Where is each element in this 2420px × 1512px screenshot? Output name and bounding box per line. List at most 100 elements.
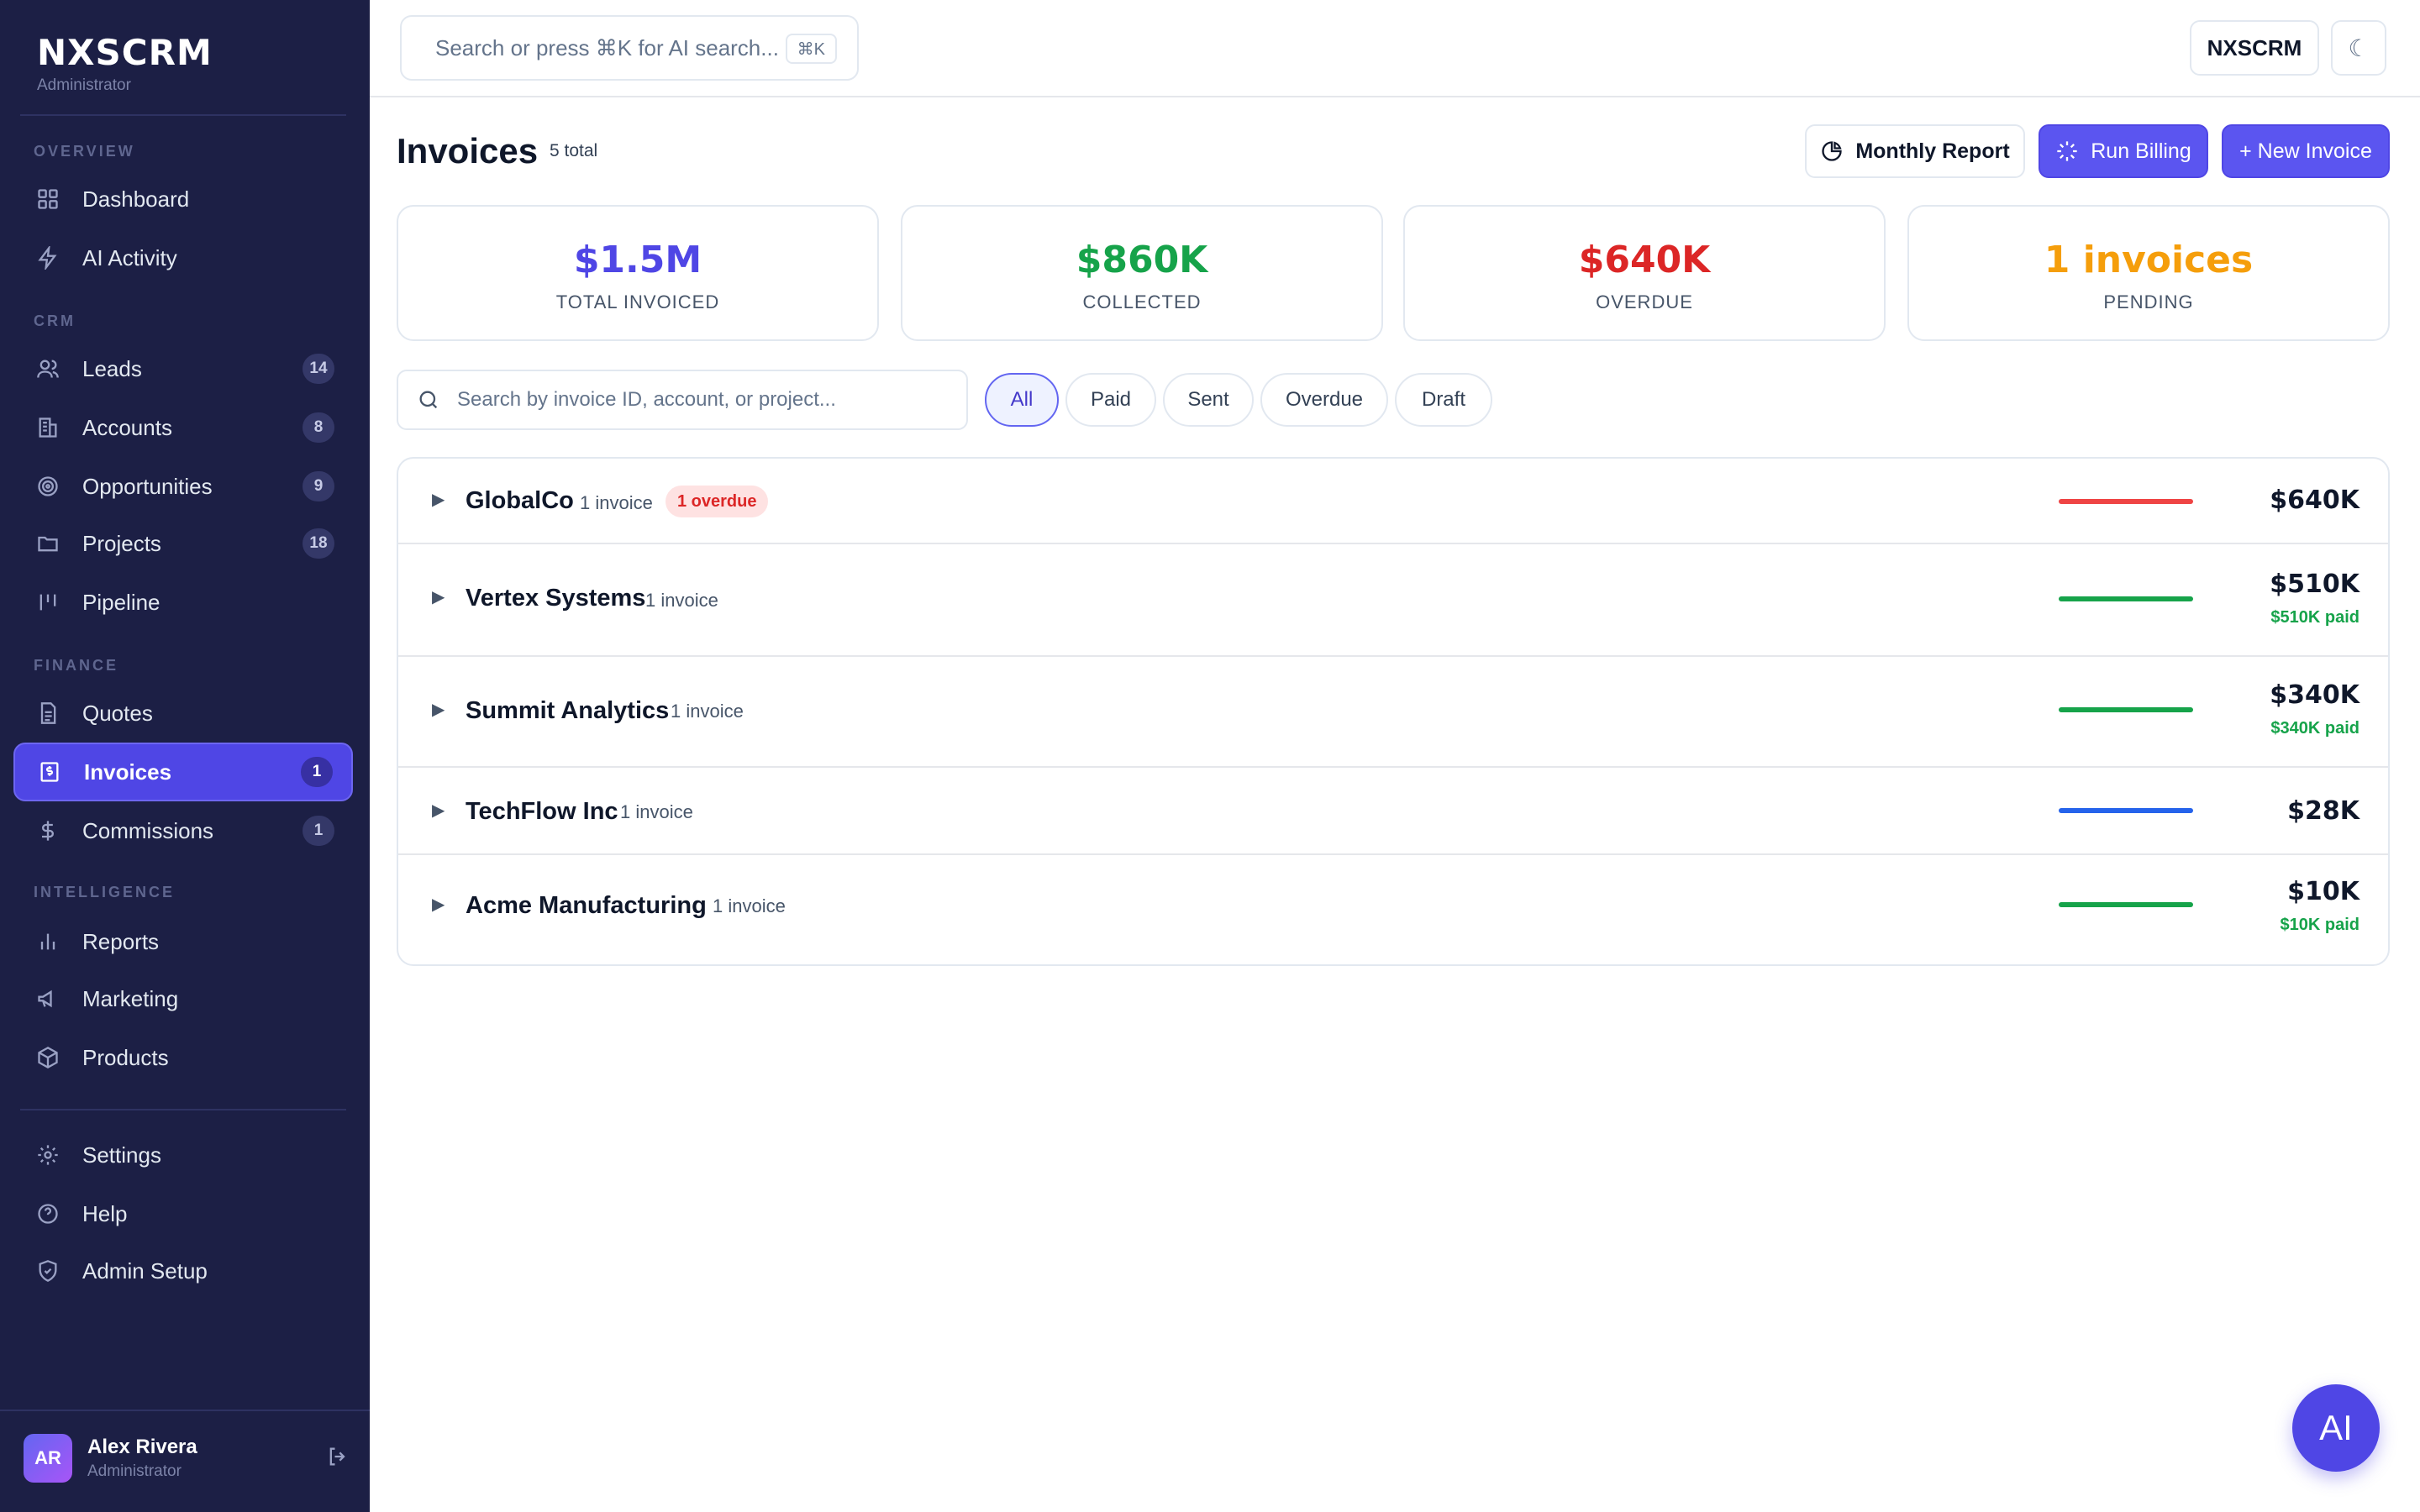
global-search-input[interactable]: Search or press ⌘K for AI search... ⌘K — [400, 15, 859, 81]
help-icon — [35, 1201, 60, 1226]
section-label-crm: CRM — [34, 312, 76, 329]
filter-chip-overdue[interactable]: Overdue — [1260, 373, 1388, 427]
shield-icon — [35, 1258, 60, 1284]
account-amount: $28K — [2287, 796, 2360, 826]
sidebar-item-label: Pipeline — [82, 589, 160, 615]
sidebar-item-reports[interactable]: Reports — [13, 912, 353, 971]
invoice-search-placeholder: Search by invoice ID, account, or projec… — [457, 388, 836, 411]
user-role: Administrator — [87, 1462, 182, 1480]
filter-chip-all[interactable]: All — [985, 373, 1059, 427]
sidebar-divider — [20, 114, 346, 116]
filter-chip-draft[interactable]: Draft — [1395, 373, 1492, 427]
theme-toggle-button[interactable]: ☾ — [2331, 20, 2386, 76]
sidebar-item-invoices[interactable]: Invoices 1 — [13, 743, 353, 801]
sidebar-item-commissions[interactable]: Commissions 1 — [13, 801, 353, 860]
ai-assistant-button[interactable]: AI — [2292, 1384, 2380, 1472]
sidebar-item-products[interactable]: Products — [13, 1028, 353, 1087]
new-invoice-button[interactable]: + New Invoice — [2222, 124, 2390, 178]
sidebar-item-label: Commissions — [82, 817, 214, 843]
stat-value: $860K — [1076, 239, 1208, 281]
account-paid-amount: $510K paid — [2270, 608, 2360, 627]
account-row-globalco[interactable]: ▶ GlobalCo 1 invoice 1 overdue $640K — [398, 459, 2388, 544]
sidebar-item-opportunities[interactable]: Opportunities 9 — [13, 457, 353, 516]
account-name: Vertex Systems — [466, 585, 646, 612]
sidebar-item-ai-activity[interactable]: AI Activity — [13, 228, 353, 287]
expand-caret-icon[interactable]: ▶ — [432, 894, 445, 915]
stat-value: 1 invoices — [2044, 239, 2254, 281]
user-profile[interactable]: AR Alex Rivera Administrator — [24, 1431, 351, 1485]
sidebar-item-pipeline[interactable]: Pipeline — [13, 573, 353, 632]
invoice-account-list: ▶ GlobalCo 1 invoice 1 overdue $640K ▶ V… — [397, 457, 2390, 966]
sidebar-item-label: AI Activity — [82, 244, 177, 270]
filter-chip-sent[interactable]: Sent — [1163, 373, 1254, 427]
run-billing-label: Run Billing — [2091, 139, 2191, 163]
shortcut-hint: ⌘K — [785, 34, 837, 64]
expand-caret-icon[interactable]: ▶ — [432, 800, 445, 821]
account-row-acme-manufacturing[interactable]: ▶ Acme Manufacturing 1 invoice $10K $10K… — [398, 855, 2388, 964]
account-progress-bar — [2059, 707, 2193, 712]
account-invoice-count: 1 invoice — [645, 590, 718, 611]
account-paid-amount: $10K paid — [2280, 916, 2360, 934]
sidebar-item-label: Accounts — [82, 414, 172, 440]
building-icon — [35, 415, 60, 440]
stat-value: $640K — [1578, 239, 1711, 281]
account-row-techflow-inc[interactable]: ▶ TechFlow Inc 1 invoice $28K — [398, 768, 2388, 855]
filter-chip-paid[interactable]: Paid — [1065, 373, 1156, 427]
account-invoice-count: 1 invoice — [620, 801, 693, 822]
stat-label: PENDING — [2103, 291, 2194, 312]
expand-caret-icon[interactable]: ▶ — [432, 586, 445, 607]
account-progress-bar — [2059, 499, 2193, 504]
account-row-vertex-systems[interactable]: ▶ Vertex Systems 1 invoice $510K $510K p… — [398, 544, 2388, 657]
account-name: Summit Analytics — [466, 697, 670, 724]
expand-caret-icon[interactable]: ▶ — [432, 489, 445, 510]
workspace-button[interactable]: NXSCRM — [2190, 20, 2319, 76]
loader-icon — [2057, 141, 2077, 161]
account-name: Acme Manufacturing — [466, 892, 707, 919]
sidebar-item-label: Help — [82, 1200, 128, 1226]
count-badge: 14 — [302, 354, 334, 384]
megaphone-icon — [35, 986, 60, 1011]
sidebar-item-dashboard[interactable]: Dashboard — [13, 170, 353, 228]
sidebar-item-settings[interactable]: Settings — [13, 1126, 353, 1184]
run-billing-button[interactable]: Run Billing — [2039, 124, 2208, 178]
account-progress-bar — [2059, 902, 2193, 907]
stat-card-collected: $860K COLLECTED — [901, 205, 1383, 341]
sidebar-item-label: Settings — [82, 1142, 161, 1168]
invoice-icon — [37, 759, 62, 785]
logout-icon[interactable] — [326, 1445, 351, 1470]
brand-role: Administrator — [37, 76, 131, 94]
stat-card-overdue: $640K OVERDUE — [1403, 205, 1886, 341]
sidebar-item-label: Projects — [82, 530, 161, 556]
sidebar-item-help[interactable]: Help — [13, 1184, 353, 1243]
sidebar-item-label: Invoices — [84, 759, 172, 785]
sidebar-item-leads[interactable]: Leads 14 — [13, 339, 353, 398]
search-icon — [419, 391, 438, 409]
sidebar-item-quotes[interactable]: Quotes — [13, 684, 353, 743]
box-icon — [35, 1045, 60, 1070]
brand[interactable]: NXSCRM Administrator — [37, 32, 213, 95]
account-progress-bar — [2059, 596, 2193, 601]
invoice-search-input[interactable]: Search by invoice ID, account, or projec… — [397, 370, 968, 430]
page-title: Invoices — [397, 131, 539, 171]
top-bar: Search or press ⌘K for AI search... ⌘K N… — [370, 0, 2420, 97]
pie-chart-icon — [1822, 141, 1842, 161]
sidebar-divider — [20, 1109, 346, 1110]
sidebar-item-admin-setup[interactable]: Admin Setup — [13, 1242, 353, 1300]
target-icon — [35, 474, 60, 499]
stat-value: $1.5M — [573, 239, 702, 281]
monthly-report-label: Monthly Report — [1855, 139, 2010, 163]
sidebar-item-accounts[interactable]: Accounts 8 — [13, 398, 353, 457]
account-invoice-count: 1 invoice — [580, 492, 653, 513]
account-name: TechFlow Inc — [466, 798, 618, 825]
expand-caret-icon[interactable]: ▶ — [432, 699, 445, 720]
sidebar-item-marketing[interactable]: Marketing — [13, 969, 353, 1028]
sidebar-item-label: Admin Setup — [82, 1257, 208, 1284]
pipeline-icon — [35, 590, 60, 615]
monthly-report-button[interactable]: Monthly Report — [1805, 124, 2025, 178]
user-name: Alex Rivera — [87, 1436, 197, 1458]
sidebar-item-projects[interactable]: Projects 18 — [13, 514, 353, 573]
global-search-placeholder: Search or press ⌘K for AI search... — [435, 34, 779, 60]
account-row-summit-analytics[interactable]: ▶ Summit Analytics 1 invoice $340K $340K… — [398, 657, 2388, 768]
section-label-intelligence: INTELLIGENCE — [34, 884, 176, 900]
sidebar-item-label: Opportunities — [82, 473, 213, 499]
